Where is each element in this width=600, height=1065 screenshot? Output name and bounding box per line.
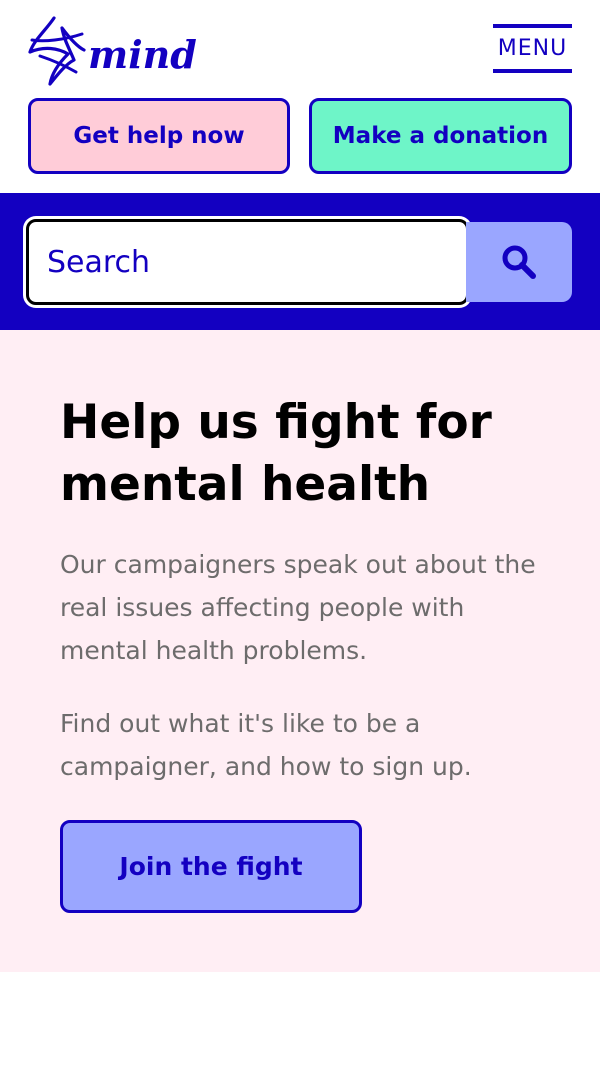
hero-title: Help us fight for mental health	[60, 395, 492, 512]
search-input[interactable]: Search	[26, 219, 469, 305]
mind-logo[interactable]: mind	[24, 10, 204, 90]
menu-button[interactable]: MENU	[493, 24, 572, 73]
donate-button[interactable]: Make a donation	[309, 98, 572, 174]
search-bar: Search	[0, 193, 600, 330]
hero-description: Our campaigners speak out about the real…	[60, 550, 536, 665]
logo-wordmark: mind	[88, 32, 197, 77]
mind-logo-mark: mind	[28, 16, 197, 86]
join-the-fight-button[interactable]: Join the fight	[60, 820, 362, 913]
site-header: mind MENU Get help now Make a donation	[0, 0, 600, 193]
search-button[interactable]	[466, 222, 572, 302]
get-help-button[interactable]: Get help now	[28, 98, 290, 174]
hero-signup-text: Find out what it's like to be a campaign…	[60, 709, 472, 781]
search-icon	[502, 245, 536, 279]
campaign-hero: Help us fight for mental health Our camp…	[0, 330, 600, 972]
